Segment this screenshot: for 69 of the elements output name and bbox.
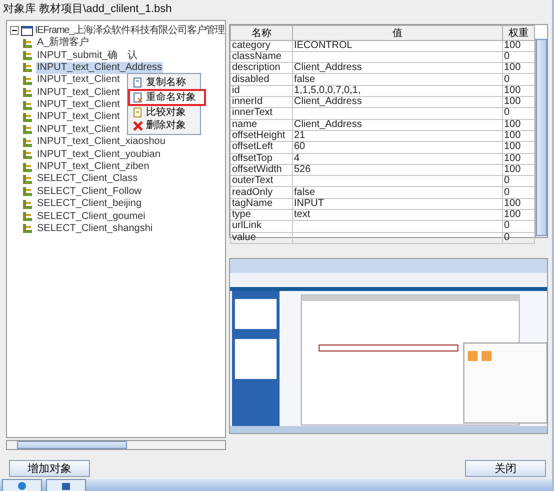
object-icon bbox=[22, 198, 33, 210]
table-cell: 4 bbox=[292, 153, 502, 164]
tree-item[interactable]: INPUT_submit_确 认 bbox=[36, 50, 139, 62]
object-icon bbox=[22, 112, 33, 123]
tree-item[interactable]: A_新增客户 bbox=[36, 37, 90, 50]
app-icon bbox=[61, 480, 71, 490]
tree-item[interactable]: INPUT_text_Client bbox=[36, 124, 121, 136]
table-cell: 60 bbox=[292, 142, 502, 153]
object-icon bbox=[22, 223, 33, 234]
table-cell: tagName bbox=[230, 198, 292, 210]
tree-item[interactable]: INPUT_text_Client bbox=[36, 74, 121, 86]
tree-item[interactable]: SELECT_Client_Follow bbox=[36, 186, 142, 198]
menu-item[interactable]: 重命名对象 bbox=[128, 88, 206, 106]
window-icon bbox=[21, 26, 33, 36]
object-icon bbox=[22, 174, 33, 185]
menu-item[interactable]: 删除对象 bbox=[128, 118, 200, 132]
tree-item[interactable]: IEFrame_上海泽众软件科技有限公司客户管理 bbox=[34, 24, 225, 37]
table-cell: 1,1,5,0,0,7,0,1, bbox=[292, 85, 502, 97]
document-icon bbox=[133, 76, 143, 88]
tree-item[interactable]: INPUT_text_Client bbox=[36, 111, 121, 124]
tree-item[interactable]: SELECT_Client_beijing bbox=[36, 198, 143, 210]
close-button[interactable]: 关闭 bbox=[465, 460, 546, 477]
table-cell: name bbox=[230, 119, 292, 130]
table-cell: 526 bbox=[292, 164, 502, 176]
object-icon bbox=[22, 38, 33, 49]
column-header[interactable]: 权重 bbox=[502, 25, 534, 40]
taskbar-button[interactable] bbox=[2, 479, 42, 491]
collapse-icon[interactable] bbox=[10, 26, 19, 36]
document-icon bbox=[133, 92, 143, 103]
delete-icon bbox=[133, 120, 143, 131]
horizontal-scrollbar[interactable] bbox=[6, 440, 226, 450]
document-icon bbox=[133, 106, 143, 118]
object-icon bbox=[22, 87, 33, 98]
object-icon bbox=[22, 162, 33, 173]
table-cell: IECONTROL bbox=[292, 40, 502, 52]
tree-item[interactable]: SELECT_Client_Class bbox=[36, 173, 139, 186]
object-icon bbox=[22, 149, 33, 160]
object-icon bbox=[22, 124, 33, 136]
object-icon bbox=[22, 211, 33, 222]
object-icon bbox=[22, 186, 33, 198]
table-cell: INPUT bbox=[292, 198, 502, 210]
browser-icon bbox=[17, 480, 27, 490]
table-cell: type bbox=[230, 209, 292, 221]
table-cell: text bbox=[292, 209, 502, 221]
add-object-button[interactable]: 增加对象 bbox=[9, 460, 90, 477]
column-header[interactable]: 值 bbox=[292, 25, 502, 40]
tree-item[interactable]: INPUT_text_Client_youbian bbox=[36, 148, 162, 161]
menu-item[interactable]: 复制名称 bbox=[128, 76, 200, 89]
tree-item[interactable]: INPUT_text_Client_xiaoshou bbox=[36, 136, 166, 148]
object-icon bbox=[22, 100, 33, 111]
tree-item[interactable]: INPUT_text_Client bbox=[36, 99, 121, 112]
menu-item[interactable]: 比较对象 bbox=[128, 106, 200, 119]
tree-item[interactable]: SELECT_Client_shangshi bbox=[36, 222, 154, 235]
column-header[interactable]: 名称 bbox=[230, 25, 292, 40]
window-title: 对象库 教材项目\add_clilent_1.bsh bbox=[2, 2, 173, 17]
table-cell: 0 bbox=[502, 232, 534, 244]
vertical-scrollbar[interactable] bbox=[535, 38, 547, 237]
tree-item[interactable]: INPUT_text_Client_Address bbox=[36, 62, 164, 74]
taskbar-button[interactable] bbox=[46, 479, 86, 491]
table-cell: outerText bbox=[230, 176, 292, 187]
object-icon bbox=[22, 62, 33, 74]
tree-item[interactable]: INPUT_text_Client bbox=[36, 86, 121, 99]
table-cell: 21 bbox=[292, 130, 502, 142]
object-icon bbox=[22, 50, 33, 61]
tree-item[interactable]: INPUT_text_Client_ziben bbox=[36, 161, 150, 174]
object-icon bbox=[22, 74, 33, 86]
tree-item[interactable]: SELECT_Client_goumei bbox=[36, 210, 146, 223]
table-cell: category bbox=[230, 40, 292, 52]
object-icon bbox=[22, 136, 33, 148]
